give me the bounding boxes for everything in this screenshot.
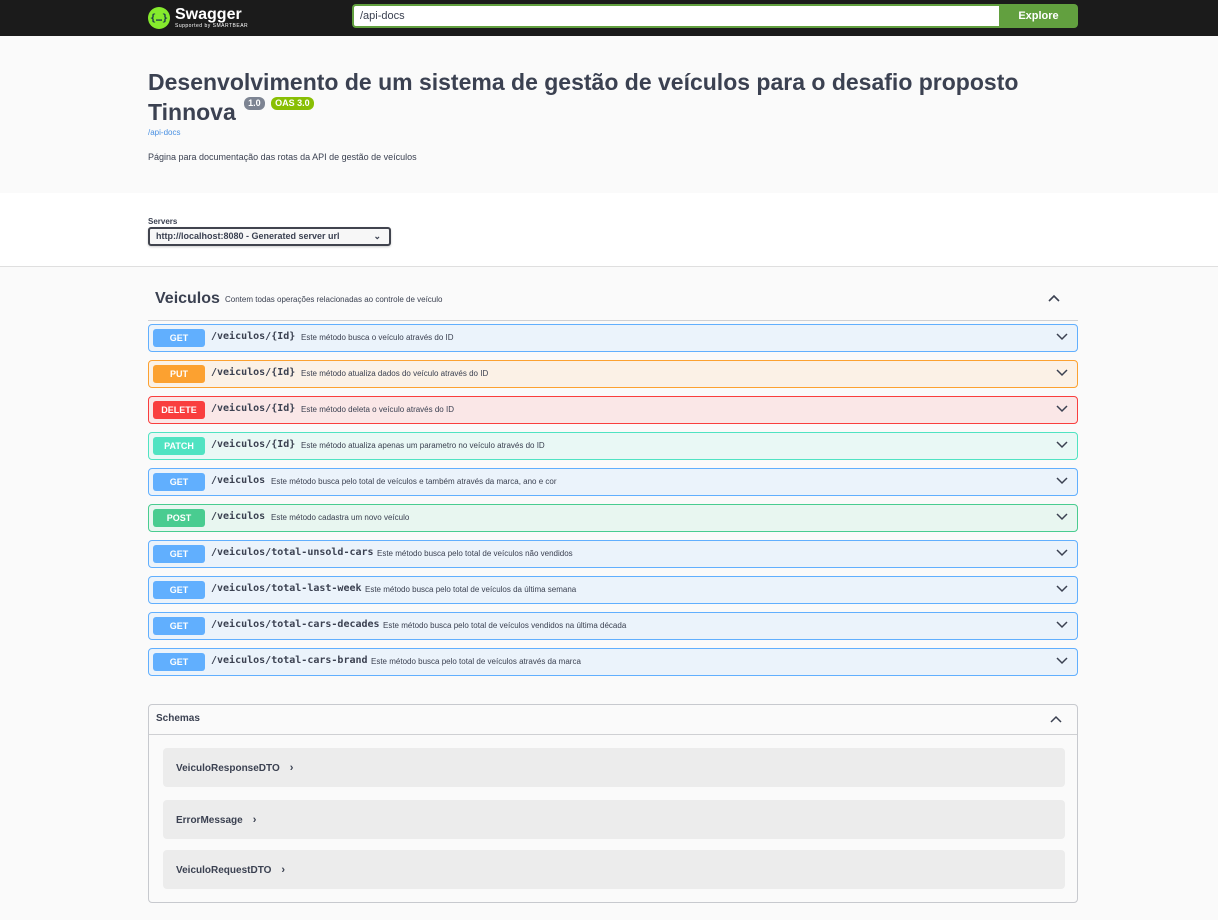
- chevron-down-icon: [1056, 585, 1068, 593]
- api-info: Desenvolvimento de um sistema de gestão …: [148, 68, 1078, 162]
- model-name-text: ErrorMessage: [176, 815, 243, 826]
- operation-put-veiculos-id[interactable]: PUT /veiculos/{Id} Este método atualiza …: [148, 360, 1078, 388]
- chevron-up-icon[interactable]: [1047, 711, 1065, 729]
- operation-summary: Este método deleta o veículo através do …: [301, 405, 454, 414]
- operation-summary: Este método busca o veículo através do I…: [301, 333, 454, 342]
- chevron-down-icon: [1056, 621, 1068, 629]
- operation-summary: Este método busca pelo total de veículos…: [371, 657, 581, 666]
- chevron-down-icon: [1056, 513, 1068, 521]
- chevron-up-icon[interactable]: [1044, 289, 1064, 309]
- chevron-right-icon: ›: [252, 814, 257, 826]
- method-badge: GET: [153, 653, 205, 671]
- chevron-right-icon: ›: [281, 864, 286, 876]
- operation-summary: Este método cadastra um novo veículo: [271, 513, 410, 522]
- operation-path: /veiculos/{Id}: [211, 439, 296, 450]
- model-name: ErrorMessage ›: [176, 814, 256, 826]
- chevron-down-icon: [1056, 333, 1068, 341]
- chevron-down-icon: [1056, 369, 1068, 377]
- operation-path: /veiculos/{Id}: [211, 403, 296, 414]
- method-badge: GET: [153, 329, 205, 347]
- servers-select[interactable]: http://localhost:8080 - Generated server…: [148, 227, 391, 246]
- tag-name: Veiculos: [155, 290, 220, 307]
- operation-summary: Este método busca pelo total de veículos…: [383, 621, 627, 630]
- method-badge: DELETE: [153, 401, 205, 419]
- model-veiculoresponsedto[interactable]: VeiculoResponseDTO ›: [163, 748, 1065, 787]
- api-url-input[interactable]: [352, 4, 999, 28]
- operation-get-total-cars-brand[interactable]: GET /veiculos/total-cars-brand Este méto…: [148, 648, 1078, 676]
- chevron-right-icon: ›: [289, 762, 294, 774]
- explore-button[interactable]: Explore: [999, 4, 1078, 28]
- topbar: {…} Swagger Supported by SMARTBEAR Explo…: [0, 0, 1218, 36]
- method-badge: GET: [153, 545, 205, 563]
- swagger-logo[interactable]: {…} Swagger Supported by SMARTBEAR: [148, 3, 248, 33]
- method-badge: GET: [153, 473, 205, 491]
- operation-summary: Este método busca pelo total de veículos…: [365, 585, 577, 594]
- model-name-text: VeiculoRequestDTO: [176, 865, 272, 876]
- operation-path: /veiculos: [211, 511, 266, 522]
- method-badge: GET: [153, 581, 205, 599]
- operation-path: /veiculos/total-cars-decades: [211, 619, 380, 630]
- model-name: VeiculoRequestDTO ›: [176, 864, 285, 876]
- operation-path: /veiculos: [211, 475, 266, 486]
- operation-get-veiculos[interactable]: GET /veiculos Este método busca pelo tot…: [148, 468, 1078, 496]
- chevron-down-icon: [1056, 657, 1068, 665]
- chevron-down-icon: [1056, 477, 1068, 485]
- servers-label: Servers: [148, 217, 178, 226]
- model-veiculorequestdto[interactable]: VeiculoRequestDTO ›: [163, 850, 1065, 889]
- servers-selected-value: http://localhost:8080 - Generated server…: [156, 231, 340, 241]
- oas-badge: OAS 3.0: [271, 97, 314, 110]
- logo-name: Swagger: [175, 6, 242, 23]
- model-name-text: VeiculoResponseDTO: [176, 763, 280, 774]
- schemas-title: Schemas: [156, 713, 200, 724]
- operation-summary: Este método busca pelo total de veículos…: [377, 549, 573, 558]
- api-description: Página para documentação das rotas da AP…: [148, 152, 417, 162]
- method-badge: PUT: [153, 365, 205, 383]
- method-badge: POST: [153, 509, 205, 527]
- model-errormessage[interactable]: ErrorMessage ›: [163, 800, 1065, 839]
- operation-path: /veiculos/{Id}: [211, 331, 296, 342]
- chevron-down-icon: ⌄: [373, 231, 381, 241]
- operation-path: /veiculos/total-cars-brand: [211, 655, 368, 666]
- operation-get-total-last-week[interactable]: GET /veiculos/total-last-week Este métod…: [148, 576, 1078, 604]
- operation-post-veiculos[interactable]: POST /veiculos Este método cadastra um n…: [148, 504, 1078, 532]
- chevron-down-icon: [1056, 441, 1068, 449]
- operation-summary: Este método atualiza apenas um parametro…: [301, 441, 545, 450]
- servers-section: Servers http://localhost:8080 - Generate…: [0, 193, 1218, 267]
- swagger-logo-icon: {…}: [148, 7, 170, 29]
- operation-summary: Este método busca pelo total de veículos…: [271, 477, 557, 486]
- operation-summary: Este método atualiza dados do veículo at…: [301, 369, 489, 378]
- method-badge: GET: [153, 617, 205, 635]
- operation-patch-veiculos-id[interactable]: PATCH /veiculos/{Id} Este método atualiz…: [148, 432, 1078, 460]
- api-docs-link[interactable]: /api-docs: [148, 128, 180, 137]
- schemas-header[interactable]: Schemas: [149, 705, 1077, 735]
- operation-path: /veiculos/total-last-week: [211, 583, 362, 594]
- operation-path: /veiculos/total-unsold-cars: [211, 547, 374, 558]
- tag-header-veiculos[interactable]: Veiculos Contem todas operações relacion…: [148, 281, 1078, 321]
- schemas-section: Schemas VeiculoResponseDTO › ErrorMessage…: [148, 704, 1078, 903]
- version-badge: 1.0: [244, 97, 265, 110]
- api-title: Desenvolvimento de um sistema de gestão …: [148, 68, 1078, 127]
- operation-delete-veiculos-id[interactable]: DELETE /veiculos/{Id} Este método deleta…: [148, 396, 1078, 424]
- operation-path: /veiculos/{Id}: [211, 367, 296, 378]
- operation-get-veiculos-id[interactable]: GET /veiculos/{Id} Este método busca o v…: [148, 324, 1078, 352]
- logo-subtext: Supported by SMARTBEAR: [175, 23, 249, 29]
- chevron-down-icon: [1056, 549, 1068, 557]
- model-name: VeiculoResponseDTO ›: [176, 762, 293, 774]
- chevron-down-icon: [1056, 405, 1068, 413]
- method-badge: PATCH: [153, 437, 205, 455]
- tag-description: Contem todas operações relacionadas ao c…: [225, 295, 443, 304]
- operation-get-total-unsold-cars[interactable]: GET /veiculos/total-unsold-cars Este mét…: [148, 540, 1078, 568]
- operation-get-total-cars-decades[interactable]: GET /veiculos/total-cars-decades Este mé…: [148, 612, 1078, 640]
